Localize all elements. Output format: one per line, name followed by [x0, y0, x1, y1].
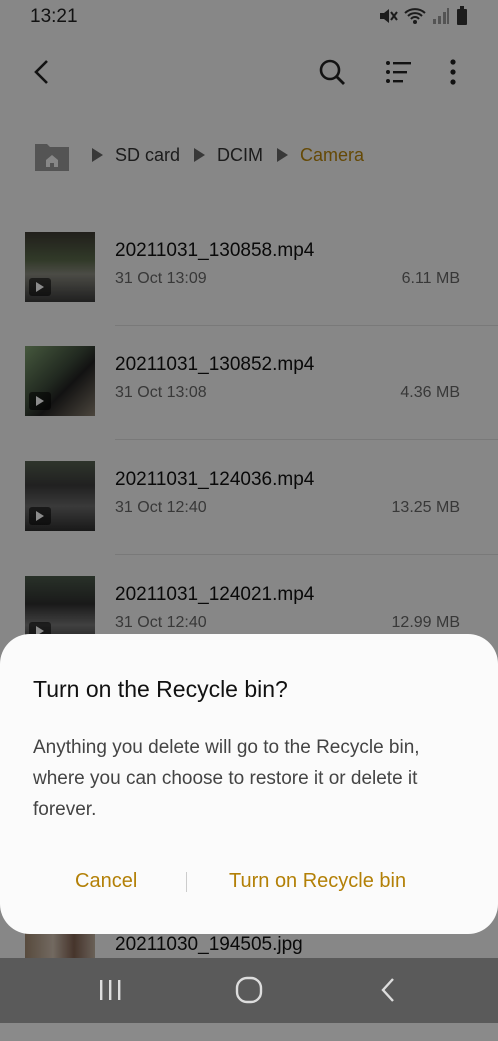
cancel-button[interactable]: Cancel [75, 870, 137, 893]
button-divider [186, 872, 187, 892]
system-nav-bar [0, 958, 498, 1023]
recent-apps-icon [100, 980, 121, 1000]
dialog-message: Anything you delete will go to the Recyc… [33, 737, 420, 820]
system-back-button[interactable] [368, 972, 408, 1008]
home-circle-icon [235, 976, 263, 1004]
dialog-title: Turn on the Recycle bin? [33, 676, 288, 702]
back-chevron-icon [381, 978, 394, 1002]
recycle-bin-dialog: Turn on the Recycle bin? Anything you de… [0, 634, 498, 934]
turn-on-recycle-bin-button[interactable]: Turn on Recycle bin [229, 870, 406, 893]
home-button[interactable] [229, 972, 269, 1008]
recent-apps-button[interactable] [90, 972, 130, 1008]
file-browser-screen: 13:21 SD card DCIM Camera 20211031_13085… [0, 0, 498, 1023]
